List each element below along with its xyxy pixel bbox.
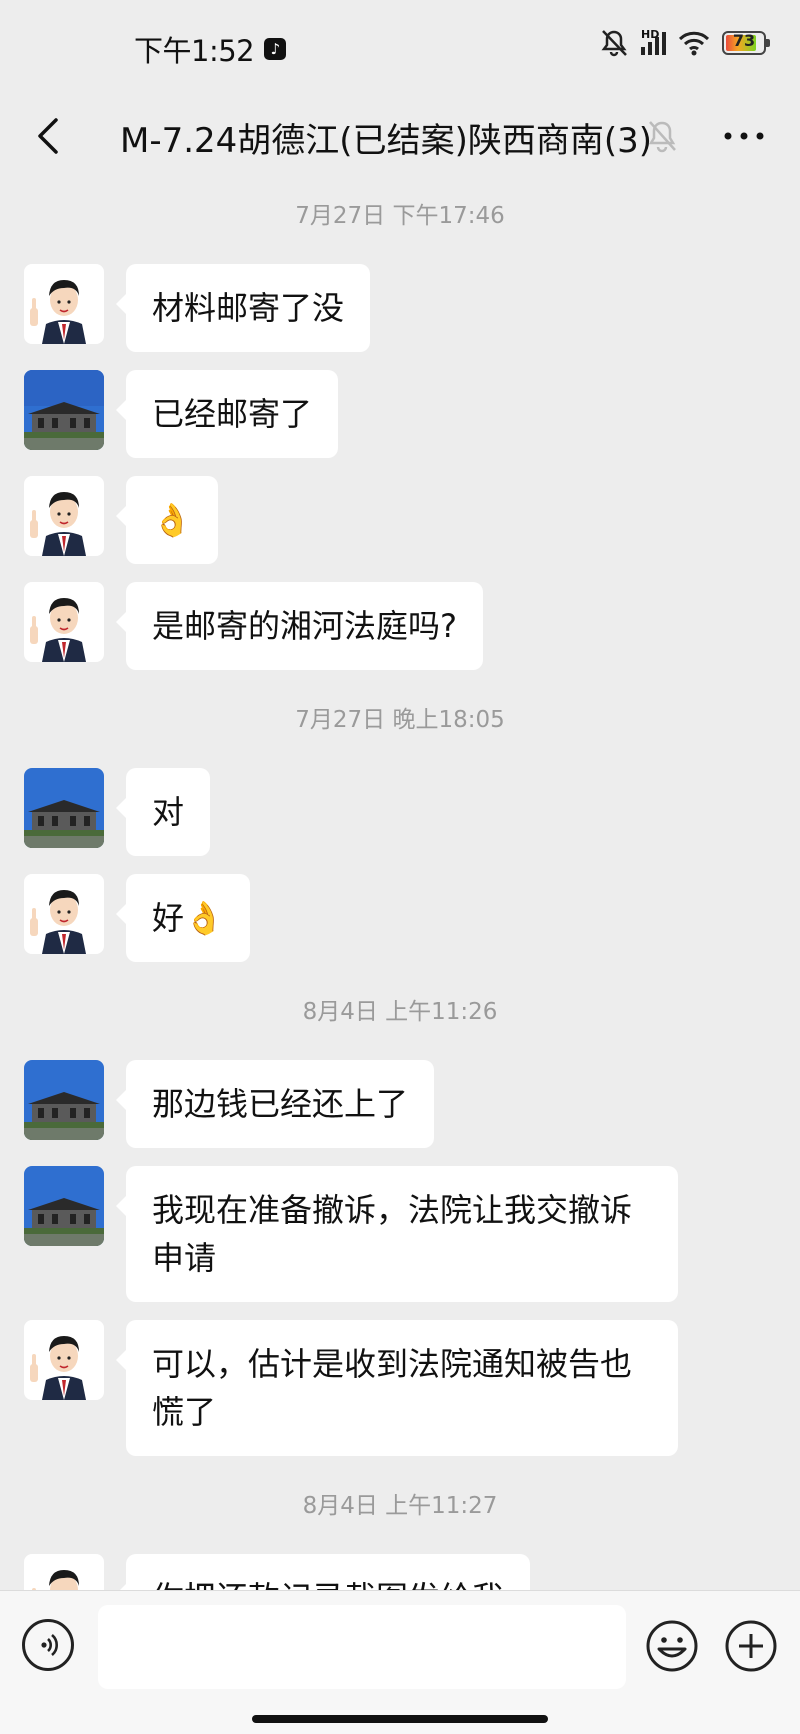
- timestamp: 7月27日 晚上18:05: [295, 707, 505, 733]
- voice-icon: [41, 1634, 58, 1656]
- message-bubble[interactable]: 对: [115, 768, 211, 856]
- system-icons: HD 73: [599, 28, 770, 58]
- message-bubble[interactable]: 材料邮寄了没: [115, 264, 371, 352]
- status-time-text: 下午1:52: [134, 34, 255, 68]
- lawyer-avatar-icon: [24, 874, 104, 954]
- more-dots-icon[interactable]: [720, 116, 768, 156]
- network-label: HD: [641, 27, 660, 41]
- avatar-lawyer[interactable]: [24, 476, 104, 556]
- client-avatar-icon: [24, 768, 104, 848]
- timestamp: 7月27日 下午17:46: [295, 203, 505, 229]
- client-avatar-icon: [24, 1060, 104, 1140]
- title-wrap: M-7.24胡德江(已结案)陕西商南(3): [120, 92, 652, 182]
- lawyer-avatar-icon: [24, 264, 104, 344]
- message-bubble[interactable]: 已经邮寄了: [115, 370, 339, 458]
- avatar-client[interactable]: [24, 1060, 104, 1140]
- mute-status-icon: [601, 30, 627, 57]
- message-row: 对: [24, 768, 211, 856]
- message-bubble[interactable]: 我现在准备撤诉，法院让我交撤诉申请: [116, 1166, 678, 1302]
- home-indicator[interactable]: [252, 1715, 548, 1723]
- timestamp: 8月4日 上午11:27: [302, 1493, 498, 1519]
- avatar-lawyer[interactable]: [24, 874, 104, 954]
- message-row: 已经邮寄了: [24, 370, 339, 458]
- signal-icon: HD: [641, 28, 666, 55]
- nav-bar: M-7.24胡德江(已结案)陕西商南(3): [0, 92, 800, 182]
- message-row: 👌: [24, 476, 218, 564]
- lawyer-avatar-icon: [24, 1320, 104, 1400]
- lawyer-avatar-icon: [24, 582, 104, 662]
- client-avatar-icon: [24, 370, 104, 450]
- avatar-client[interactable]: [24, 1166, 104, 1246]
- message-bubble[interactable]: 是邮寄的湘河法庭吗?: [116, 582, 483, 670]
- avatar-client[interactable]: [24, 768, 104, 848]
- battery-level: 73: [732, 31, 756, 50]
- chevron-left-icon[interactable]: [26, 112, 74, 160]
- bell-off-icon: [648, 121, 676, 153]
- voice-button[interactable]: [22, 1619, 74, 1671]
- message-bubble[interactable]: 👌: [116, 476, 218, 564]
- status-time: 下午1:52 ♪: [134, 28, 287, 70]
- plus-circle-icon[interactable]: [724, 1619, 778, 1673]
- avatar-client[interactable]: [24, 370, 104, 450]
- message-bubble[interactable]: 好👌: [116, 874, 250, 962]
- avatar-lawyer[interactable]: [24, 264, 104, 344]
- message-row: 好👌: [24, 874, 250, 962]
- battery-icon: 73: [722, 31, 770, 55]
- input-bar: [0, 1590, 800, 1734]
- message-row: 材料邮寄了没: [24, 264, 371, 352]
- tiktok-icon: ♪: [264, 38, 287, 60]
- wifi-icon: [678, 31, 710, 56]
- message-input[interactable]: [98, 1605, 626, 1689]
- message-bubble[interactable]: 可以，估计是收到法院通知被告也慌了: [116, 1320, 678, 1456]
- chat-title[interactable]: M-7.24胡德江(已结案)陕西商南(3): [120, 113, 652, 162]
- lawyer-avatar-icon: [24, 476, 104, 556]
- message-row: 我现在准备撤诉，法院让我交撤诉申请: [24, 1166, 678, 1302]
- message-row: 那边钱已经还上了: [24, 1060, 435, 1148]
- message-row: 是邮寄的湘河法庭吗?: [24, 582, 483, 670]
- emoji-icon[interactable]: [645, 1619, 699, 1673]
- message-row: 可以，估计是收到法院通知被告也慌了: [24, 1320, 678, 1456]
- status-bar: 下午1:52 ♪ HD 73: [0, 0, 800, 92]
- timestamp: 8月4日 上午11:26: [302, 999, 498, 1025]
- message-bubble[interactable]: 那边钱已经还上了: [115, 1060, 435, 1148]
- client-avatar-icon: [24, 1166, 104, 1246]
- avatar-lawyer[interactable]: [24, 582, 104, 662]
- avatar-lawyer[interactable]: [24, 1320, 104, 1400]
